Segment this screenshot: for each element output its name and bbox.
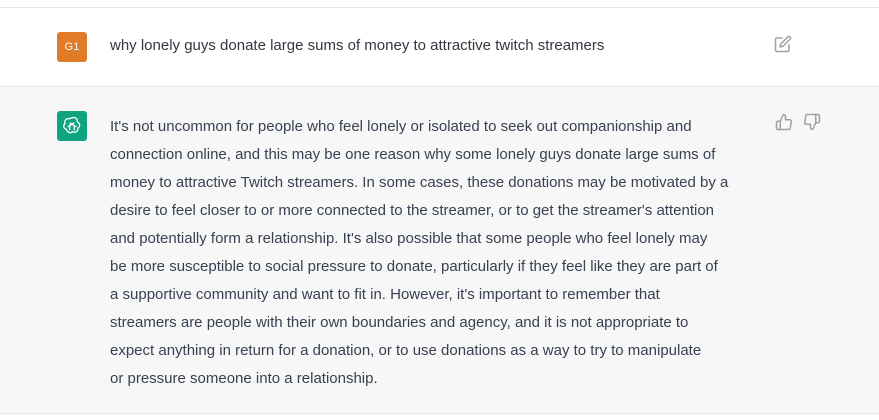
openai-logo-icon (57, 111, 87, 141)
user-message-text: why lonely guys donate large sums of mon… (110, 37, 605, 54)
user-avatar: G1 (57, 32, 87, 62)
top-divider (0, 0, 879, 8)
assistant-text-line: and potentially form a relationship. It'… (110, 230, 708, 247)
assistant-text-line: or pressure someone into a relationship. (110, 370, 378, 387)
thumbs-down-icon[interactable] (803, 113, 823, 133)
user-message-row: G1 why lonely guys donate large sums of … (0, 8, 879, 87)
assistant-text-line: connection online, and this may be one r… (110, 146, 716, 163)
bottom-strip (0, 414, 879, 420)
assistant-text-line: desire to feel closer to or more connect… (110, 202, 715, 219)
thumbs-up-icon[interactable] (775, 113, 795, 133)
assistant-text-line: money to attractive Twitch streamers. In… (110, 174, 729, 191)
assistant-message-row: It's not uncommon for people who feel lo… (0, 87, 879, 414)
assistant-text-line: be more susceptible to social pressure t… (110, 258, 718, 275)
assistant-text-line: expect anything in return for a donation… (110, 342, 702, 359)
edit-icon[interactable] (774, 35, 794, 55)
assistant-message-text: It's not uncommon for people who feel lo… (110, 113, 770, 393)
assistant-text-line: It's not uncommon for people who feel lo… (110, 118, 692, 135)
assistant-text-line: a supportive community and want to fit i… (110, 286, 660, 303)
assistant-text-line: streamers are people with their own boun… (110, 314, 689, 331)
